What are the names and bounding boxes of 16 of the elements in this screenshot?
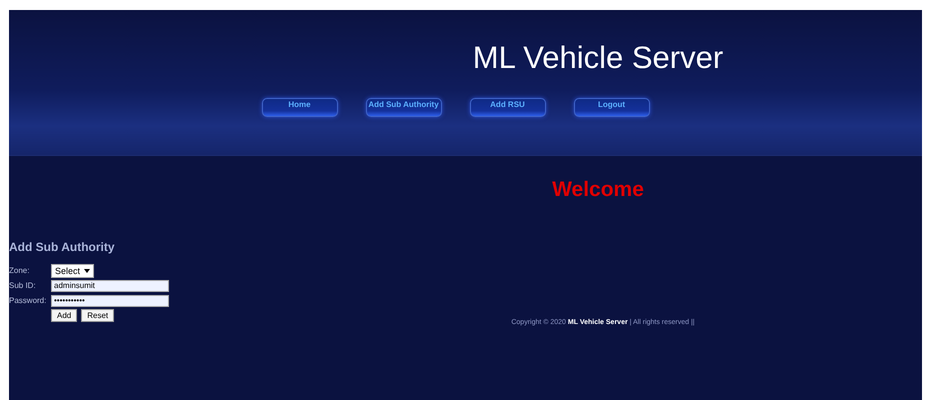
site-title: ML Vehicle Server — [472, 40, 724, 76]
form-button[interactable]: Reset — [81, 309, 114, 322]
form-title: Add Sub Authority — [9, 240, 116, 254]
input-field[interactable]: adminsumit — [51, 280, 169, 292]
field-label: Zone: — [9, 266, 30, 275]
nav-button[interactable]: Home — [262, 98, 338, 117]
field-label: Password: — [9, 296, 48, 305]
field-label: Sub ID: — [9, 281, 37, 290]
nav-button[interactable]: Add Sub Authority — [366, 98, 442, 117]
form-button[interactable]: Add — [51, 309, 78, 322]
nav-button[interactable]: Add RSU — [470, 98, 546, 117]
caret-icon — [84, 268, 90, 272]
welcome-heading: Welcome — [552, 178, 644, 202]
input-field[interactable]: ••••••••••• — [51, 294, 169, 306]
zone-select[interactable]: Select — [51, 264, 94, 278]
nav-button[interactable]: Logout — [574, 98, 650, 117]
